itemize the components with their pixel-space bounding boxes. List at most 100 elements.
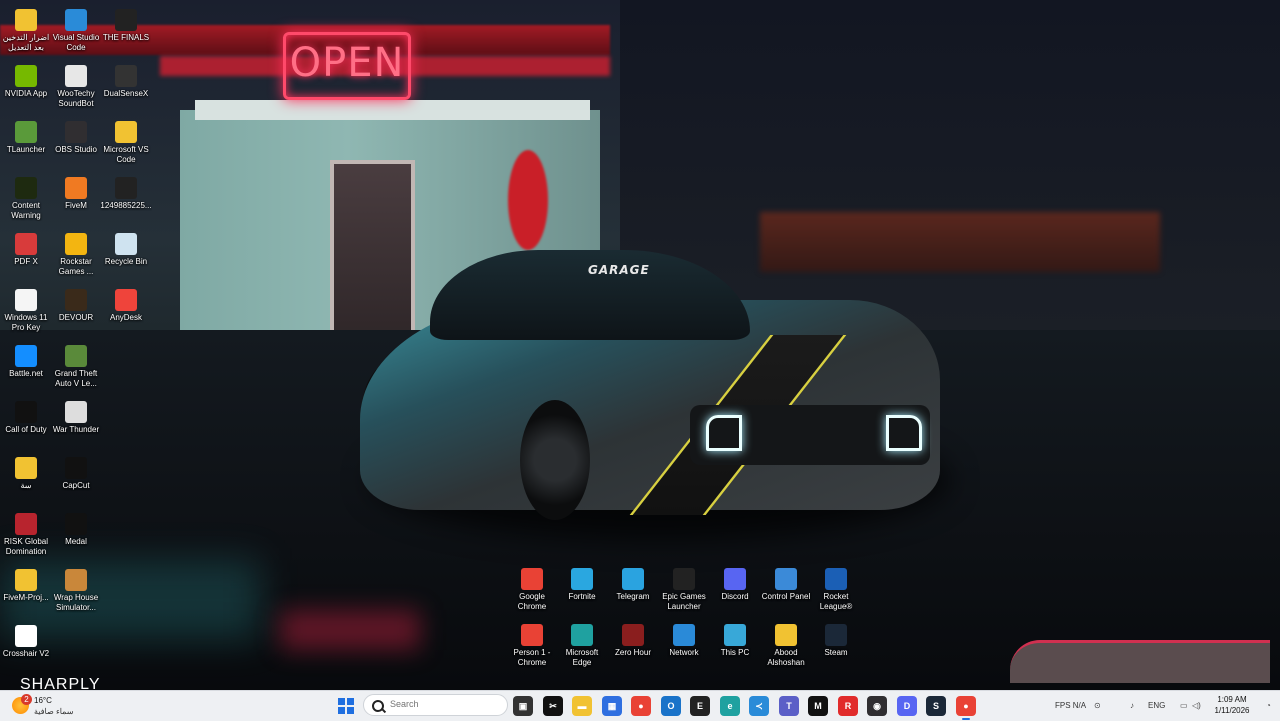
desktop-icon-label: Network bbox=[669, 648, 699, 657]
desktop-icon[interactable]: Medal bbox=[50, 509, 102, 547]
desktop-icon[interactable]: 1249885225... bbox=[100, 173, 152, 211]
desktop-icon-label: RISK Global Domination bbox=[3, 537, 49, 556]
desktop-icon[interactable]: Rocket League® bbox=[810, 564, 862, 612]
desktop-icon[interactable]: DEVOUR bbox=[50, 285, 102, 323]
rockstar-taskbar-icon[interactable]: R bbox=[838, 696, 858, 716]
desktop-icon-label: OBS Studio bbox=[55, 145, 97, 154]
chrome-taskbar-icon[interactable]: ● bbox=[631, 696, 651, 716]
telegram-icon bbox=[622, 568, 644, 590]
desktop-icon-label: اضرار التدخين بعد التعديل bbox=[2, 33, 50, 52]
desktop-icon[interactable]: Crosshair V2 bbox=[0, 621, 52, 659]
folder-icon bbox=[115, 121, 137, 143]
desktop-icon[interactable]: Abood Alshoshan bbox=[760, 620, 812, 668]
edge-taskbar-icon[interactable]: e bbox=[720, 696, 740, 716]
search-input[interactable] bbox=[388, 698, 502, 710]
folder-icon bbox=[775, 624, 797, 646]
mic-icon[interactable]: ♪ bbox=[1130, 701, 1134, 710]
desktop-icon[interactable]: Network bbox=[658, 620, 710, 658]
desktop-icon[interactable]: Visual Studio Code bbox=[50, 5, 102, 53]
start-button[interactable] bbox=[335, 695, 357, 717]
language-indicator[interactable]: ENG bbox=[1148, 701, 1165, 710]
desktop-icon-label: Microsoft VS Code bbox=[103, 145, 149, 164]
capcut2-taskbar-icon[interactable]: M bbox=[808, 696, 828, 716]
store-icon[interactable]: ▦ bbox=[602, 696, 622, 716]
epic-games-icon bbox=[673, 568, 695, 590]
crosshair-icon bbox=[15, 625, 37, 647]
desktop-icon[interactable]: Google Chrome bbox=[506, 564, 558, 612]
fps-indicator[interactable]: FPS N/A bbox=[1055, 701, 1086, 710]
clock[interactable]: 1:09 AM 1/11/2026 bbox=[1208, 694, 1256, 716]
desktop-icon[interactable]: RISK Global Domination bbox=[0, 509, 52, 557]
desktop-icon-label: THE FINALS bbox=[102, 33, 150, 42]
desktop-icon[interactable]: Content Warning bbox=[0, 173, 52, 221]
desktop-icon[interactable]: Telegram bbox=[607, 564, 659, 602]
tray-overflow-icon[interactable]: ⊙ bbox=[1094, 701, 1101, 710]
the-finals-icon bbox=[115, 9, 137, 31]
desktop-icon[interactable]: Call of Duty bbox=[0, 397, 52, 435]
folder-icon bbox=[15, 457, 37, 479]
desktop-icon[interactable]: Discord bbox=[709, 564, 761, 602]
devour-icon bbox=[65, 289, 87, 311]
desktop-icon[interactable]: THE FINALS bbox=[100, 5, 152, 43]
desktop-icon[interactable]: AnyDesk bbox=[100, 285, 152, 323]
desktop-icon[interactable]: اضرار التدخين بعد التعديل bbox=[0, 5, 52, 53]
desktop-icon[interactable]: WooTechy SoundBot bbox=[50, 61, 102, 109]
desktop-icon[interactable]: CapCut bbox=[50, 453, 102, 491]
desktop-icon[interactable]: Recycle Bin bbox=[100, 229, 152, 267]
desktop-icon[interactable]: Zero Hour bbox=[607, 620, 659, 658]
outlook-icon[interactable]: O bbox=[661, 696, 681, 716]
chrome-active-taskbar-icon[interactable]: ● bbox=[956, 696, 976, 720]
desktop-icon[interactable]: OBS Studio bbox=[50, 117, 102, 155]
desktop-icon[interactable]: Steam bbox=[810, 620, 862, 658]
battlenet-icon bbox=[15, 345, 37, 367]
desktop-icon-label: 1249885225... bbox=[100, 201, 152, 210]
taskbar-search[interactable] bbox=[363, 694, 508, 716]
desktop-icon[interactable]: Rockstar Games ... bbox=[50, 229, 102, 277]
notification-badge: 2 bbox=[21, 694, 32, 705]
network-tray-icon[interactable]: ▭ bbox=[1180, 701, 1188, 710]
desktop-icon[interactable]: This PC bbox=[709, 620, 761, 658]
desktop-icon[interactable]: سة bbox=[0, 453, 52, 491]
discord-taskbar-icon[interactable]: D bbox=[897, 696, 917, 716]
desktop-icon[interactable]: Wrap House Simulator... bbox=[50, 565, 102, 613]
desktop-icon[interactable]: Battle.net bbox=[0, 341, 52, 379]
epic-taskbar-icon[interactable]: E bbox=[690, 696, 710, 716]
teams-icon[interactable]: T bbox=[779, 696, 799, 716]
desktop-icon[interactable]: Windows 11 Pro Key bbox=[0, 285, 52, 333]
desktop-icon-label: Content Warning bbox=[11, 201, 41, 220]
desktop-icon[interactable]: Fortnite bbox=[556, 564, 608, 602]
task-view-icon[interactable]: ▣ bbox=[513, 696, 533, 716]
car-left-headlight bbox=[706, 415, 742, 451]
desktop-icon-label: سة bbox=[20, 481, 32, 490]
fortnite-icon bbox=[571, 568, 593, 590]
desktop-icon[interactable]: DualSenseX bbox=[100, 61, 152, 99]
obs-taskbar-icon[interactable]: ◉ bbox=[867, 696, 887, 716]
recycle-bin-icon bbox=[115, 233, 137, 255]
car-front-wheel bbox=[520, 400, 590, 520]
desktop-icon[interactable]: FiveM-Proj... bbox=[0, 565, 52, 603]
desktop-icon-label: PDF X bbox=[14, 257, 38, 266]
desktop-icon[interactable]: Person 1 - Chrome bbox=[506, 620, 558, 668]
steam-taskbar-icon[interactable]: S bbox=[926, 696, 946, 716]
fivem-icon bbox=[65, 177, 87, 199]
desktop-icon[interactable]: PDF X bbox=[0, 229, 52, 267]
obs-icon bbox=[65, 121, 87, 143]
desktop-icon[interactable]: FiveM bbox=[50, 173, 102, 211]
notifications-bell-icon[interactable]: ◔ bbox=[1266, 701, 1271, 710]
steam-icon bbox=[825, 624, 847, 646]
file-explorer-icon[interactable]: ▬ bbox=[572, 696, 592, 716]
desktop-icon[interactable]: Microsoft VS Code bbox=[100, 117, 152, 165]
weather-widget[interactable]: 2 16°C سماء صافية bbox=[12, 694, 132, 718]
desktop-icon[interactable]: Microsoft Edge bbox=[556, 620, 608, 668]
desktop-icon-label: Wrap House Simulator... bbox=[53, 593, 99, 612]
desktop-icon[interactable]: Control Panel bbox=[760, 564, 812, 602]
desktop-icon[interactable]: Epic Games Launcher bbox=[658, 564, 710, 612]
desktop-icon[interactable]: War Thunder bbox=[50, 397, 102, 435]
desktop-icon[interactable]: NVIDIA App bbox=[0, 61, 52, 99]
desktop-icon[interactable]: Grand Theft Auto V Le... bbox=[50, 341, 102, 389]
vscode-taskbar-icon[interactable]: ≺ bbox=[749, 696, 769, 716]
desktop-icon[interactable]: TLauncher bbox=[0, 117, 52, 155]
capcut-taskbar-icon[interactable]: ✂ bbox=[543, 696, 563, 716]
volume-icon[interactable]: ◁) bbox=[1192, 701, 1201, 710]
desktop-icon-label: Battle.net bbox=[9, 369, 43, 378]
